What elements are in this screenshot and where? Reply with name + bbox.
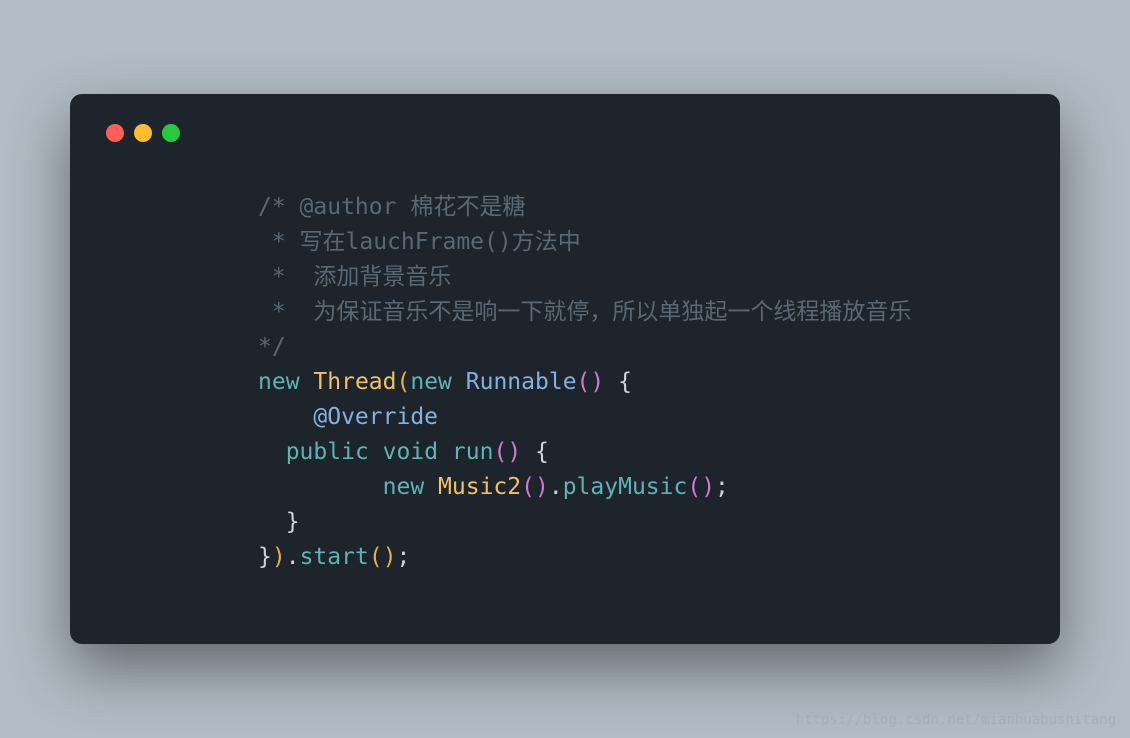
comment-line: * 为保证音乐不是响一下就停，所以单独起一个线程播放音乐 <box>258 299 911 325</box>
watermark-text: https://blog.csdn.net/mianhuabushitang <box>796 712 1116 728</box>
comment-line: * 写在lauchFrame()方法中 <box>258 229 581 255</box>
paren: ( <box>493 439 507 465</box>
keyword-new: new <box>258 369 300 395</box>
semicolon: ; <box>715 474 729 500</box>
paren: ) <box>590 369 604 395</box>
paren: ( <box>577 369 591 395</box>
code-window: /* @author 棉花不是糖 * 写在lauchFrame()方法中 * 添… <box>70 94 1060 644</box>
keyword-new: new <box>410 369 452 395</box>
method-playmusic: playMusic <box>563 474 688 500</box>
paren: ) <box>507 439 521 465</box>
annotation-override: @Override <box>313 404 438 430</box>
paren: ( <box>687 474 701 500</box>
brace: { <box>604 369 632 395</box>
paren: ( <box>397 369 411 395</box>
semicolon: ; <box>397 544 411 570</box>
keyword-new: new <box>383 474 425 500</box>
keyword-void: void <box>383 439 438 465</box>
type-runnable: Runnable <box>466 369 577 395</box>
brace: } <box>286 509 300 535</box>
code-editor: /* @author 棉花不是糖 * 写在lauchFrame()方法中 * 添… <box>106 190 1024 574</box>
comment-line: /* @author 棉花不是糖 <box>258 194 525 220</box>
brace: } <box>258 544 272 570</box>
type-thread: Thread <box>313 369 396 395</box>
close-icon[interactable] <box>106 124 124 142</box>
traffic-lights <box>106 124 1024 142</box>
paren: ) <box>535 474 549 500</box>
brace: { <box>521 439 549 465</box>
comment-line: */ <box>258 334 286 360</box>
paren: ) <box>701 474 715 500</box>
dot: . <box>549 474 563 500</box>
minimize-icon[interactable] <box>134 124 152 142</box>
type-music2: Music2 <box>438 474 521 500</box>
maximize-icon[interactable] <box>162 124 180 142</box>
method-run: run <box>452 439 494 465</box>
keyword-public: public <box>286 439 369 465</box>
method-start: start <box>300 544 369 570</box>
paren: ) <box>272 544 286 570</box>
code-content: /* @author 棉花不是糖 * 写在lauchFrame()方法中 * 添… <box>258 190 1024 574</box>
comment-line: * 添加背景音乐 <box>258 264 451 290</box>
paren: ( <box>521 474 535 500</box>
paren: ( <box>369 544 383 570</box>
dot: . <box>286 544 300 570</box>
paren: ) <box>383 544 397 570</box>
